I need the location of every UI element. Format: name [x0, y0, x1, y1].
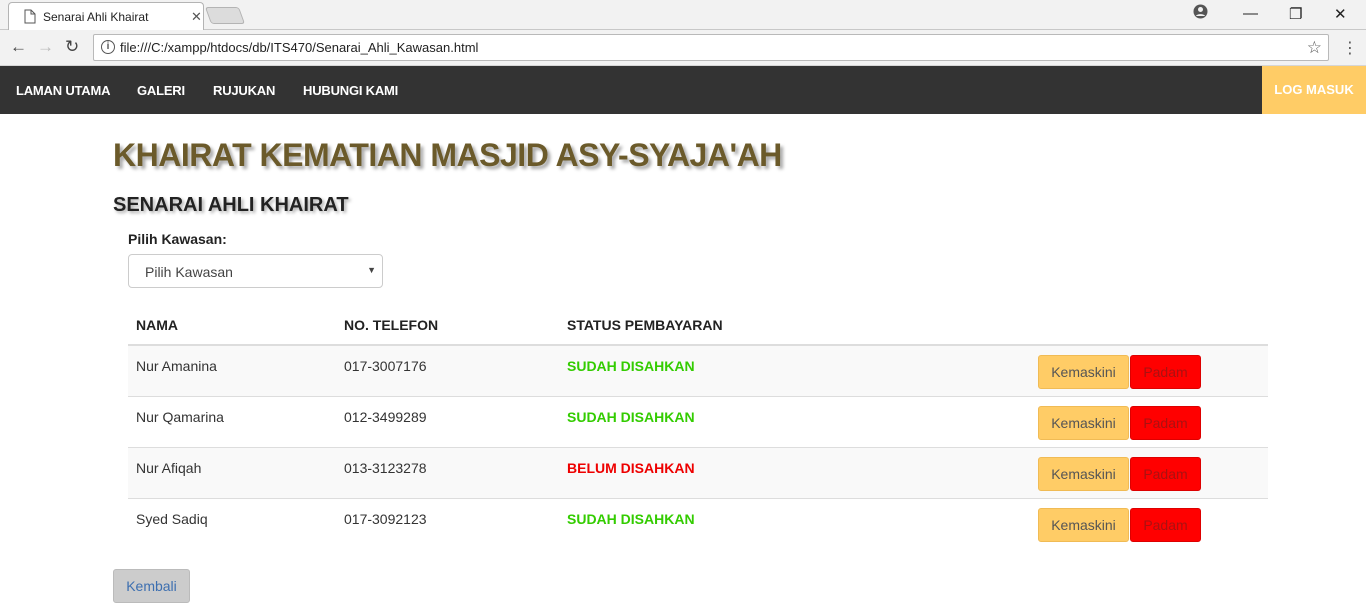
members-table: NAMA NO. TELEFON STATUS PEMBAYARAN Nur A… — [128, 305, 1268, 549]
status-badge: SUDAH DISAHKAN — [567, 510, 695, 527]
cell-name: Nur Afiqah — [128, 446, 336, 498]
cell-actions: Kemaskini Padam — [903, 446, 1268, 498]
new-tab-button[interactable] — [204, 7, 246, 24]
info-icon[interactable]: i — [101, 40, 115, 54]
nav-laman-utama[interactable]: LAMAN UTAMA — [16, 83, 111, 98]
delete-button[interactable]: Padam — [1130, 507, 1201, 542]
delete-button[interactable]: Padam — [1130, 405, 1201, 440]
browser-toolbar: ← → ↻ i file:///C:/xampp/htdocs/db/ITS47… — [0, 30, 1366, 66]
bookmark-star-icon[interactable]: ☆ — [1307, 38, 1322, 58]
cell-status: SUDAH DISAHKAN — [559, 497, 903, 549]
minimize-icon[interactable]: — — [1243, 5, 1258, 22]
edit-button[interactable]: Kemaskini — [1038, 405, 1129, 440]
status-badge: BELUM DISAHKAN — [567, 459, 695, 476]
table-row: Nur Afiqah 013-3123278 BELUM DISAHKAN Kemas… — [128, 446, 1268, 498]
nav-galeri[interactable]: GALERI — [137, 83, 185, 98]
page-icon — [24, 9, 36, 29]
profile-icon[interactable] — [1193, 4, 1208, 23]
cell-name: Syed Sadiq — [128, 497, 336, 549]
back-arrow-icon[interactable]: ← — [10, 37, 27, 57]
site-navbar: LAMAN UTAMA GALERI RUJUKAN HUBUNGI KAMI … — [0, 66, 1366, 114]
cell-name: Nur Amanina — [128, 344, 336, 396]
status-badge: SUDAH DISAHKAN — [567, 358, 695, 374]
table-row: Syed Sadiq 017-3092123 SUDAH DISAHKAN Kemas… — [128, 497, 1268, 549]
page-title: KHAIRAT KEMATIAN MASJID ASY-SYAJA'AH — [113, 137, 782, 173]
tab-title: Senarai Ahli Khairat — [43, 10, 149, 24]
edit-button[interactable]: Kemaskini — [1038, 456, 1129, 491]
cell-actions: Kemaskini Padam — [903, 395, 1268, 447]
chevron-down-icon: ▼ — [367, 265, 376, 275]
header-nama: NAMA — [128, 305, 336, 346]
nav-hubungi-kami[interactable]: HUBUNGI KAMI — [303, 83, 398, 98]
delete-button[interactable]: Padam — [1130, 355, 1201, 389]
header-telefon: NO. TELEFON — [336, 305, 559, 346]
edit-button[interactable]: Kemaskini — [1038, 355, 1129, 389]
table-row: Nur Qamarina 012-3499289 SUDAH DISAHKAN Kem… — [128, 395, 1268, 447]
kawasan-select[interactable]: Pilih Kawasan ▼ — [128, 254, 383, 288]
forward-arrow-icon[interactable]: → — [37, 37, 54, 57]
back-button[interactable]: Kembali — [113, 569, 190, 603]
cell-status: SUDAH DISAHKAN — [559, 395, 903, 447]
status-badge: SUDAH DISAHKAN — [567, 408, 695, 425]
cell-status: SUDAH DISAHKAN — [559, 344, 903, 396]
cell-phone: 013-3123278 — [336, 446, 559, 498]
page-subtitle: SENARAI AHLI KHAIRAT — [113, 194, 349, 216]
header-status: STATUS PEMBAYARAN — [559, 305, 903, 346]
cell-actions: Kemaskini Padam — [903, 497, 1268, 549]
address-bar[interactable]: i file:///C:/xampp/htdocs/db/ITS470/Sena… — [93, 34, 1329, 61]
table-row: Nur Amanina 017-3007176 SUDAH DISAHKAN Kema… — [128, 344, 1268, 396]
browser-menu-icon[interactable]: ⋮ — [1342, 38, 1358, 58]
nav-rujukan[interactable]: RUJUKAN — [213, 83, 275, 98]
header-actions — [903, 305, 1268, 346]
login-button[interactable]: LOG MASUK — [1262, 66, 1366, 114]
cell-phone: 017-3007176 — [336, 344, 559, 396]
restore-icon[interactable]: ❐ — [1289, 5, 1302, 23]
select-value: Pilih Kawasan — [145, 264, 233, 280]
edit-button[interactable]: Kemaskini — [1038, 507, 1129, 542]
browser-tab[interactable]: Senarai Ahli Khairat ✕ — [8, 2, 204, 30]
tab-close-icon[interactable]: ✕ — [191, 9, 202, 25]
cell-actions: Kemaskini Padam — [903, 344, 1268, 396]
browser-tabstrip: Senarai Ahli Khairat ✕ — ❐ ✕ — [0, 0, 1366, 30]
cell-phone: 012-3499289 — [336, 395, 559, 447]
table-header-row: NAMA NO. TELEFON STATUS PEMBAYARAN — [128, 305, 1268, 346]
filter-label: Pilih Kawasan: — [128, 231, 227, 247]
reload-icon[interactable]: ↻ — [65, 37, 79, 57]
close-window-icon[interactable]: ✕ — [1334, 5, 1347, 23]
delete-button[interactable]: Padam — [1130, 456, 1201, 491]
cell-phone: 017-3092123 — [336, 497, 559, 549]
cell-name: Nur Qamarina — [128, 395, 336, 447]
cell-status: BELUM DISAHKAN — [559, 446, 903, 498]
url-text[interactable]: file:///C:/xampp/htdocs/db/ITS470/Senara… — [120, 40, 478, 55]
